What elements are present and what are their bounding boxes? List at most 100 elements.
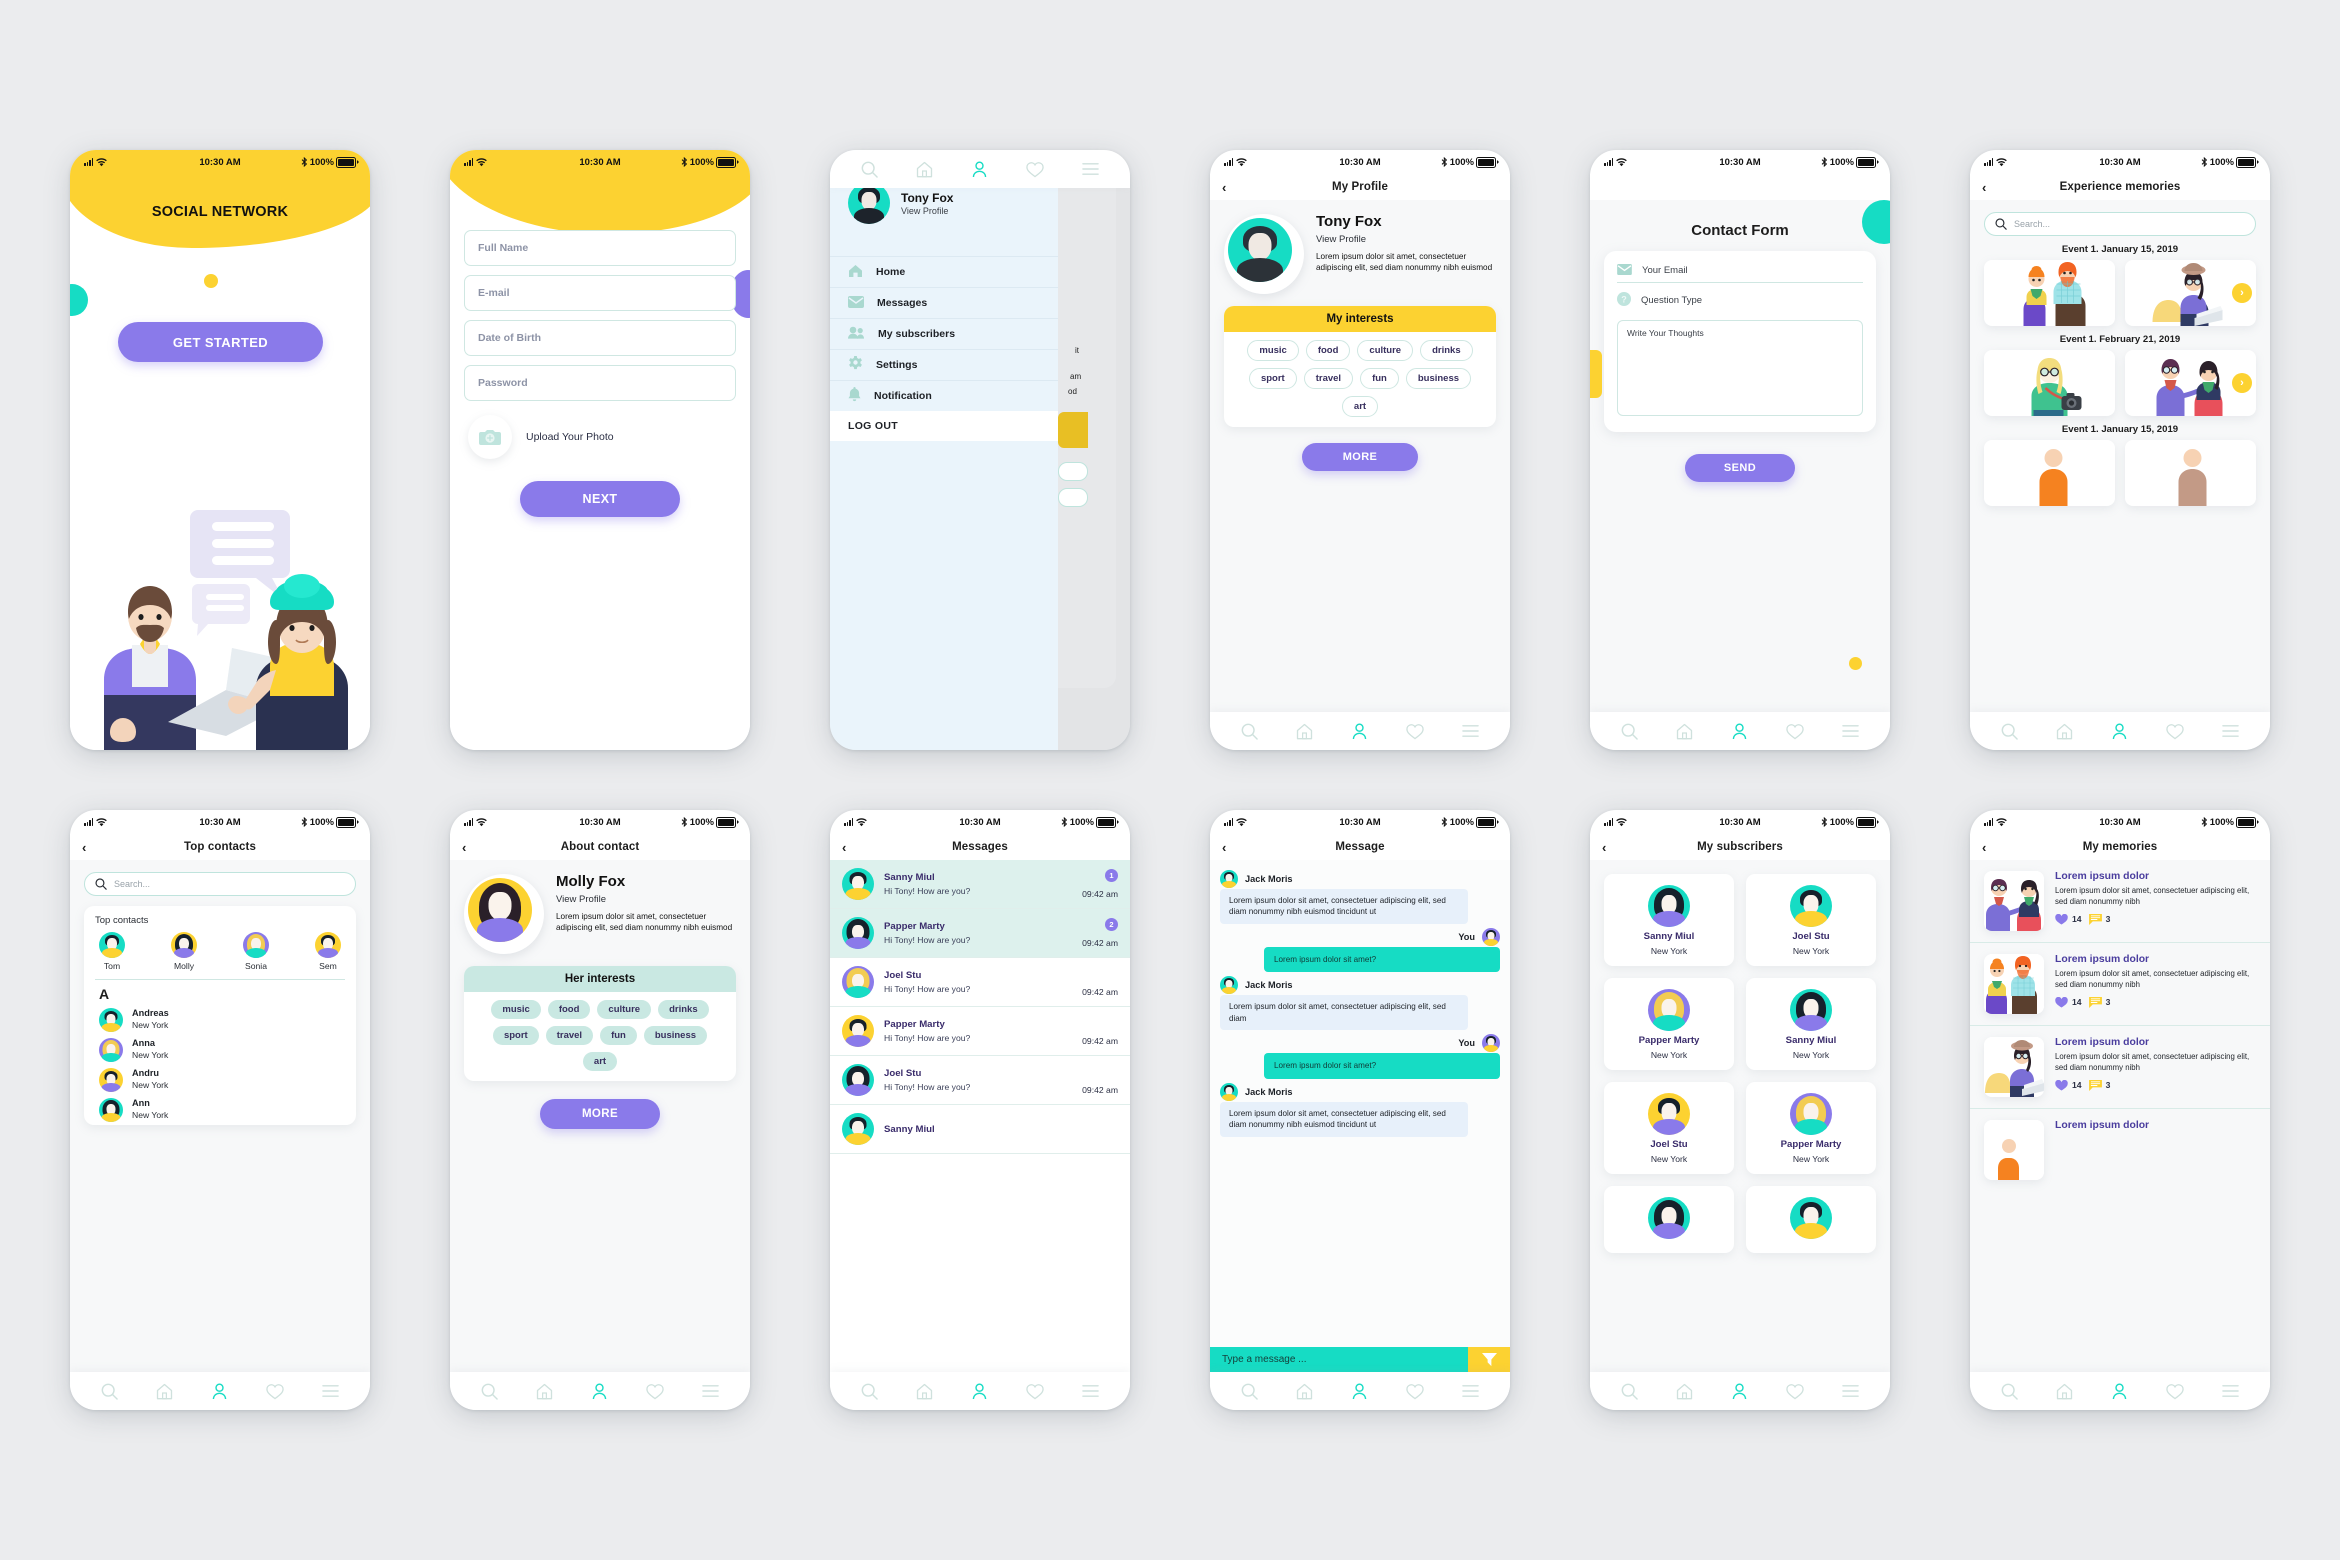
comment-stat[interactable]: 3 (2088, 913, 2110, 925)
memory-list-item[interactable]: Lorem ipsum dolor Lorem ipsum dolor sit … (1970, 943, 2270, 1026)
home-icon[interactable] (156, 1383, 173, 1400)
heart-icon[interactable] (1026, 161, 1044, 178)
subscriber-card[interactable]: Joel Stu New York (1604, 1082, 1734, 1174)
event-thumbnail[interactable] (2125, 440, 2256, 506)
top-contact-item[interactable]: Sem (315, 932, 341, 971)
top-contact-item[interactable]: Molly (171, 932, 197, 971)
subscriber-card[interactable]: Sanny Miul New York (1746, 978, 1876, 1070)
memory-list-item[interactable]: Lorem ipsum dolor (1970, 1109, 2270, 1191)
event-thumbnail[interactable] (1984, 350, 2115, 416)
home-icon[interactable] (916, 1383, 933, 1400)
password-input[interactable]: Password (464, 365, 736, 401)
heart-icon[interactable] (2166, 1383, 2184, 1400)
search-icon[interactable] (1621, 723, 1638, 740)
interest-chip[interactable]: sport (492, 1026, 539, 1045)
top-contact-item[interactable]: Tom (99, 932, 125, 971)
message-list-item[interactable]: Papper Marty Hi Tony! How are you? 2 09:4… (830, 909, 1130, 958)
back-icon[interactable]: ‹ (1982, 181, 1986, 194)
contact-list-item[interactable]: Andru New York (95, 1065, 345, 1095)
person-icon[interactable] (1351, 723, 1368, 740)
subscriber-card[interactable] (1604, 1186, 1734, 1253)
search-icon[interactable] (861, 1383, 878, 1400)
top-contact-item[interactable]: Sonia (243, 932, 269, 971)
upload-photo-row[interactable]: Upload Your Photo (468, 415, 750, 459)
back-icon[interactable]: ‹ (82, 841, 86, 854)
back-icon[interactable]: ‹ (1982, 841, 1986, 854)
next-button[interactable]: NEXT (520, 481, 680, 517)
memory-list-item[interactable]: Lorem ipsum dolor Lorem ipsum dolor sit … (1970, 1026, 2270, 1109)
send-icon[interactable] (1468, 1347, 1510, 1372)
person-icon[interactable] (971, 1383, 988, 1400)
person-icon[interactable] (971, 161, 988, 178)
message-list-item[interactable]: Sanny Miul Hi Tony! How are you? 1 09:42 … (830, 860, 1130, 909)
menu-item-messages[interactable]: Messages (830, 287, 1058, 318)
avatar[interactable] (464, 874, 544, 954)
full-name-input[interactable]: Full Name (464, 230, 736, 266)
home-icon[interactable] (1296, 1383, 1313, 1400)
interest-chip[interactable]: drinks (658, 1000, 709, 1019)
drawer-view-profile[interactable]: View Profile (901, 206, 953, 216)
search-icon[interactable] (101, 1383, 118, 1400)
person-icon[interactable] (2111, 723, 2128, 740)
person-icon[interactable] (1731, 723, 1748, 740)
person-icon[interactable] (1351, 1383, 1368, 1400)
question-type-select[interactable]: Question Type (1641, 295, 1702, 306)
person-icon[interactable] (2111, 1383, 2128, 1400)
back-icon[interactable]: ‹ (1602, 841, 1606, 854)
comment-stat[interactable]: 3 (2088, 996, 2110, 1008)
home-icon[interactable] (536, 1383, 553, 1400)
like-stat[interactable]: 14 (2055, 1079, 2082, 1091)
contact-list-item[interactable]: Anna New York (95, 1035, 345, 1065)
interest-chip[interactable]: music (1247, 340, 1299, 361)
comment-stat[interactable]: 3 (2088, 1079, 2110, 1091)
interest-chip[interactable]: fun (1360, 368, 1399, 389)
search-bar[interactable]: Search... (84, 872, 356, 896)
interest-chip[interactable]: music (491, 1000, 541, 1019)
chat-input-bar[interactable]: Type a message ... (1210, 1347, 1510, 1372)
date-of-birth-input[interactable]: Date of Birth (464, 320, 736, 356)
back-icon[interactable]: ‹ (462, 841, 466, 854)
search-bar[interactable]: Search... (1984, 212, 2256, 236)
interest-chip[interactable]: culture (1357, 340, 1414, 361)
avatar[interactable] (1224, 214, 1304, 294)
message-list-item[interactable]: Joel Stu Hi Tony! How are you? 09:42 am (830, 1056, 1130, 1105)
person-icon[interactable] (211, 1383, 228, 1400)
logout-button[interactable]: LOG OUT (830, 411, 1058, 441)
email-input[interactable]: E-mail (464, 275, 736, 311)
menu-icon[interactable] (2222, 1384, 2239, 1398)
memory-list-item[interactable]: Lorem ipsum dolor Lorem ipsum dolor sit … (1970, 860, 2270, 943)
message-list-item[interactable]: Papper Marty Hi Tony! How are you? 09:42 … (830, 1007, 1130, 1056)
person-icon[interactable] (1731, 1383, 1748, 1400)
home-icon[interactable] (916, 161, 933, 178)
search-icon[interactable] (861, 161, 878, 178)
get-started-button[interactable]: GET STARTED (118, 322, 323, 362)
heart-icon[interactable] (2166, 723, 2184, 740)
interest-chip[interactable]: culture (597, 1000, 652, 1019)
message-list-item[interactable]: Joel Stu Hi Tony! How are you? 09:42 am (830, 958, 1130, 1007)
interest-chip[interactable]: food (547, 1000, 591, 1019)
menu-item-home[interactable]: Home (830, 256, 1058, 287)
email-field-row[interactable]: Your Email (1617, 264, 1863, 283)
camera-icon[interactable] (468, 415, 512, 459)
heart-icon[interactable] (1406, 723, 1424, 740)
home-icon[interactable] (1676, 1383, 1693, 1400)
search-icon[interactable] (1241, 723, 1258, 740)
menu-icon[interactable] (1842, 724, 1859, 738)
interest-chip[interactable]: sport (1248, 368, 1297, 389)
home-icon[interactable] (2056, 1383, 2073, 1400)
more-button[interactable]: MORE (1302, 443, 1418, 471)
interest-chip[interactable]: travel (1303, 368, 1354, 389)
event-thumbnail[interactable]: › (2125, 350, 2256, 416)
interest-chip[interactable]: food (1305, 340, 1351, 361)
menu-icon[interactable] (1462, 1384, 1479, 1398)
subscriber-card[interactable]: Papper Marty New York (1746, 1082, 1876, 1174)
home-icon[interactable] (1296, 723, 1313, 740)
back-icon[interactable]: ‹ (842, 841, 846, 854)
menu-icon[interactable] (1082, 162, 1099, 176)
interest-chip[interactable]: business (1405, 368, 1472, 389)
thoughts-textarea[interactable]: Write Your Thoughts (1617, 320, 1863, 416)
search-icon[interactable] (481, 1383, 498, 1400)
search-icon[interactable] (1241, 1383, 1258, 1400)
home-icon[interactable] (2056, 723, 2073, 740)
interest-chip[interactable]: drinks (1420, 340, 1473, 361)
